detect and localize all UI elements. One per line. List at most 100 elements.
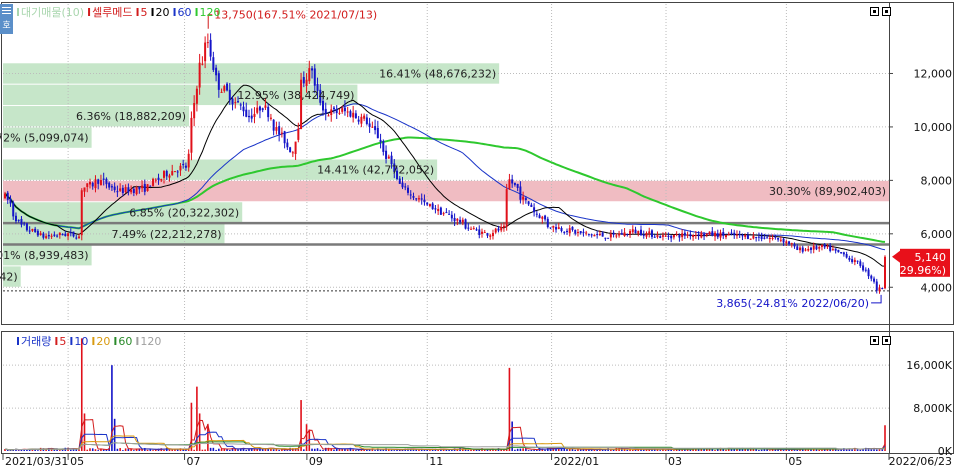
price-candle	[845, 251, 848, 259]
low-price-pointer	[871, 294, 882, 304]
price-candle	[560, 226, 563, 233]
price-candle	[146, 184, 149, 192]
candle-body	[36, 230, 39, 236]
candle-body	[64, 233, 67, 236]
price-candle	[533, 203, 536, 217]
candle-body	[678, 235, 681, 238]
candle-body	[116, 191, 119, 193]
price-panel-close-button[interactable]	[882, 7, 891, 16]
volume-panel-frame	[1, 331, 954, 454]
volume-bar	[245, 449, 248, 451]
panel-tab[interactable]: 호	[0, 4, 13, 34]
volume-bar	[568, 449, 571, 451]
volume-bar	[445, 449, 448, 451]
price-candle	[330, 104, 333, 122]
candle-body	[39, 233, 42, 235]
candle-body	[516, 183, 519, 188]
candle-body	[234, 102, 237, 104]
candle-body	[94, 179, 97, 189]
volume-bar	[355, 450, 357, 451]
stock-chart: 16.41% (48,676,232) 12.95% (38,424,749) 6.…	[0, 0, 956, 468]
candle-body	[25, 223, 28, 231]
candle-body	[198, 62, 201, 88]
candle-body	[755, 237, 758, 239]
price-candle	[837, 249, 840, 253]
candle-body	[42, 233, 45, 238]
price-candle	[552, 225, 555, 233]
volume-bar	[149, 449, 152, 451]
volume-bar	[122, 450, 124, 451]
candle-body	[807, 248, 810, 251]
candle-body	[80, 190, 83, 236]
price-candle	[579, 231, 582, 235]
candle-body	[560, 227, 563, 232]
candle-body	[859, 261, 862, 266]
candle-body	[840, 252, 843, 254]
x-tick-label: 11	[429, 455, 443, 466]
candle-body	[785, 241, 788, 244]
price-legend-item: 대기매물(10)	[21, 6, 84, 19]
candle-body	[428, 204, 431, 207]
candle-body	[108, 182, 111, 188]
candle-body	[190, 117, 193, 153]
price-candle	[538, 213, 541, 219]
volume-bar	[275, 449, 278, 451]
volume-panel-maximize-button[interactable]	[870, 336, 879, 345]
volume-panel-close-button[interactable]	[882, 336, 891, 345]
candle-body	[45, 236, 48, 239]
candle-body	[881, 287, 884, 289]
candle-body	[815, 246, 818, 250]
volume-bar	[102, 449, 105, 451]
volume-bar	[470, 449, 472, 451]
price-candle	[324, 102, 327, 121]
candle-body	[793, 244, 796, 247]
volume-bar	[875, 449, 878, 451]
volume-legend-item: 5	[59, 335, 66, 348]
candle-body	[456, 218, 459, 221]
supply-zone-label: 0.50% (1,479,742)	[0, 271, 18, 284]
candle-body	[376, 127, 379, 139]
candle-body	[760, 235, 763, 239]
candle-body	[47, 234, 50, 237]
candle-body	[724, 234, 727, 238]
candle-body	[623, 232, 626, 237]
candle-body	[253, 113, 256, 117]
price-candle	[859, 259, 862, 268]
candle-body	[138, 186, 141, 190]
volume-bar	[91, 448, 94, 451]
candle-body	[187, 153, 190, 168]
volume-bar	[303, 449, 305, 451]
price-candle	[445, 208, 448, 214]
price-panel-maximize-button[interactable]	[870, 7, 879, 16]
price-candle	[286, 138, 289, 150]
price-candle	[363, 113, 366, 122]
price-candle	[626, 233, 629, 237]
candle-body	[820, 244, 823, 247]
price-tick-label: 4,000	[921, 281, 953, 294]
volume-bar	[664, 450, 667, 451]
price-candle	[848, 255, 851, 262]
candle-body	[332, 107, 335, 110]
volume-bar	[116, 448, 119, 451]
price-candle	[478, 225, 481, 239]
volume-bar	[319, 449, 322, 451]
price-candle	[629, 229, 632, 238]
candle-body	[275, 127, 278, 131]
candle-body	[453, 217, 456, 222]
price-candle	[867, 267, 870, 280]
volume-legend-swatch	[70, 337, 73, 345]
volume-bar	[341, 449, 343, 451]
volume-tick-label: 16,000K	[906, 359, 952, 372]
candle-body	[491, 232, 494, 237]
price-candle	[640, 225, 643, 237]
price-candle	[840, 251, 843, 254]
last-price-tag-arrow	[892, 250, 900, 263]
candle-body	[609, 233, 612, 238]
volume-bar	[37, 450, 39, 451]
candle-body	[511, 179, 514, 184]
volume-bar	[237, 449, 239, 451]
volume-legend-swatch	[17, 337, 19, 345]
volume-bar	[448, 449, 450, 451]
volume-bar	[163, 449, 165, 451]
price-candle	[201, 56, 204, 66]
